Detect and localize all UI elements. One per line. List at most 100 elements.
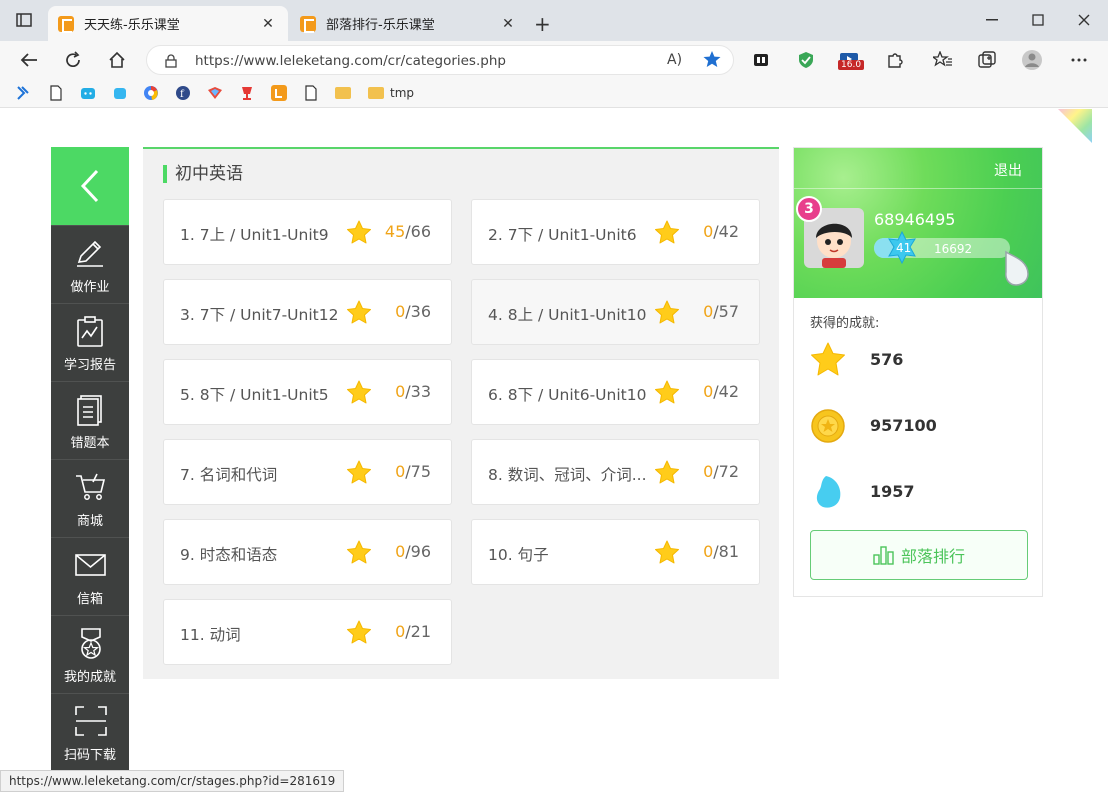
- water-drop-icon: [1005, 250, 1029, 286]
- close-window-button[interactable]: [1068, 6, 1100, 34]
- unit-name: 3. 7下 / Unit7-Unit12: [180, 306, 339, 324]
- nav-item-scan-download[interactable]: 扫码下载: [51, 693, 129, 771]
- star-icon: [655, 300, 679, 324]
- url-text: https://www.leleketang.com/cr/categories…: [195, 53, 506, 69]
- profile-avatar-icon[interactable]: [1021, 49, 1043, 71]
- collections-icon[interactable]: [976, 49, 998, 71]
- corner-decoration: [1058, 109, 1092, 143]
- achievement-drops: 1957: [810, 472, 1030, 512]
- bookmark-cup-icon[interactable]: [239, 85, 255, 101]
- unit-card[interactable]: 2. 7下 / Unit1-Unit6 0/42: [471, 199, 760, 265]
- tribe-ranking-button[interactable]: 部落排行: [810, 530, 1028, 580]
- new-tab-button[interactable]: +: [534, 12, 551, 36]
- star-icon: [655, 380, 679, 404]
- bookmark-math-icon[interactable]: f: [175, 85, 191, 101]
- bookmark-mascot-icon[interactable]: [207, 85, 223, 101]
- lock-icon: [165, 53, 177, 72]
- stars-count: 576: [870, 350, 904, 369]
- profile-header: 退出 3 68946495 41 16692: [794, 148, 1042, 298]
- unit-score: 0/57: [703, 302, 739, 321]
- medal-icon: [81, 628, 101, 659]
- unit-card[interactable]: 3. 7下 / Unit7-Unit12 0/36: [163, 279, 452, 345]
- star-icon: [347, 460, 371, 484]
- favorites-list-icon[interactable]: [932, 49, 954, 71]
- unit-name: 5. 8下 / Unit1-Unit5: [180, 386, 329, 404]
- tab-current[interactable]: 天天练-乐乐课堂 ✕: [48, 6, 288, 41]
- unit-score: 0/33: [395, 382, 431, 401]
- page-content: 做作业 学习报告 错题本 商城 信箱 我的成就 扫码下载 初中英语 1. 7上 …: [0, 109, 1108, 792]
- bookmark-app-icon[interactable]: [14, 85, 30, 101]
- minimize-button[interactable]: [976, 6, 1008, 34]
- bookmark-chrome-icon[interactable]: [143, 85, 159, 101]
- nav-item-study-report[interactable]: 学习报告: [51, 303, 129, 381]
- browser-toolbar: https://www.leleketang.com/cr/categories…: [0, 41, 1108, 79]
- tab-actions-button[interactable]: [8, 6, 40, 34]
- unit-score: 0/81: [703, 542, 739, 561]
- refresh-icon[interactable]: [62, 49, 84, 71]
- extensions-puzzle-icon[interactable]: [884, 49, 906, 71]
- logout-link[interactable]: 退出: [994, 160, 1022, 180]
- read-aloud-icon[interactable]: A): [667, 52, 682, 68]
- address-bar[interactable]: https://www.leleketang.com/cr/categories…: [146, 45, 734, 75]
- unit-card[interactable]: 1. 7上 / Unit1-Unit9 45/66: [163, 199, 452, 265]
- nav-item-label: 扫码下载: [63, 748, 116, 763]
- level-badge: 3: [796, 196, 822, 222]
- unit-card-hovered[interactable]: 4. 8上 / Unit1-Unit10 0/57: [471, 279, 760, 345]
- bookmark-page-icon[interactable]: [48, 85, 64, 101]
- xp-level: 41: [896, 241, 912, 255]
- favorite-star-icon[interactable]: [703, 50, 721, 72]
- achievements-title: 获得的成就:: [810, 316, 880, 331]
- nav-item-store[interactable]: 商城: [51, 459, 129, 537]
- bar-chart-icon: [873, 546, 894, 565]
- star-icon: [655, 540, 679, 564]
- bookmark-folder-tmp-icon[interactable]: [368, 87, 384, 99]
- site-favicon-icon: [58, 15, 74, 33]
- maximize-button[interactable]: [1022, 6, 1054, 34]
- nav-item-label: 错题本: [70, 436, 110, 451]
- collections-ext-icon[interactable]: [750, 49, 772, 71]
- shield-ext-icon[interactable]: [795, 49, 817, 71]
- unit-score: 0/42: [703, 222, 739, 241]
- star-icon: [347, 220, 371, 244]
- scan-icon: [75, 706, 107, 736]
- bookmark-leleketang-icon[interactable]: [271, 85, 287, 101]
- nav-item-label: 做作业: [70, 280, 110, 295]
- unit-card[interactable]: 8. 数词、冠词、介词... 0/72: [471, 439, 760, 505]
- back-button[interactable]: [51, 147, 129, 225]
- nav-item-mailbox[interactable]: 信箱: [51, 537, 129, 615]
- home-icon[interactable]: [106, 49, 128, 71]
- star-icon: [347, 300, 371, 324]
- nav-item-homework[interactable]: 做作业: [51, 225, 129, 303]
- tab-close-icon[interactable]: ✕: [258, 16, 278, 32]
- unit-score: 0/75: [395, 462, 431, 481]
- unit-card[interactable]: 6. 8下 / Unit6-Unit10 0/42: [471, 359, 760, 425]
- section-title: 初中英语: [163, 165, 243, 183]
- unit-card[interactable]: 10. 句子 0/81: [471, 519, 760, 585]
- bookmark-bilibili-icon[interactable]: [80, 85, 96, 101]
- report-icon: [77, 316, 103, 347]
- back-icon[interactable]: [18, 49, 40, 71]
- more-menu-icon[interactable]: [1068, 49, 1090, 71]
- unit-card[interactable]: 9. 时态和语态 0/96: [163, 519, 452, 585]
- unit-name: 8. 数词、冠词、介词...: [488, 466, 647, 484]
- bookmark-app2-icon[interactable]: [112, 85, 128, 101]
- nav-item-label: 学习报告: [63, 358, 116, 373]
- notebook-icon: [77, 395, 102, 426]
- bookmark-folder-icon[interactable]: [335, 87, 351, 99]
- browser-tabstrip: 天天练-乐乐课堂 ✕ 部落排行-乐乐课堂 ✕ +: [0, 0, 1108, 41]
- tab-ranking[interactable]: 部落排行-乐乐课堂 ✕: [290, 6, 528, 41]
- bookmark-folder-label[interactable]: tmp: [390, 86, 414, 100]
- unit-name: 11. 动词: [180, 626, 241, 644]
- tab-close-icon[interactable]: ✕: [498, 16, 518, 32]
- water-drop-icon: [816, 476, 841, 508]
- unit-card[interactable]: 5. 8下 / Unit1-Unit5 0/33: [163, 359, 452, 425]
- nav-item-label: 商城: [76, 514, 103, 529]
- bookmark-page2-icon[interactable]: [303, 85, 319, 101]
- chevron-left-icon: [80, 169, 99, 203]
- unit-name: 6. 8下 / Unit6-Unit10: [488, 386, 647, 404]
- unit-card[interactable]: 11. 动词 0/21: [163, 599, 452, 665]
- profile-panel: 退出 3 68946495 41 16692 获得的成就: 576 957100…: [793, 147, 1043, 597]
- nav-item-achievements[interactable]: 我的成就: [51, 615, 129, 693]
- nav-item-mistake-book[interactable]: 错题本: [51, 381, 129, 459]
- unit-card[interactable]: 7. 名词和代词 0/75: [163, 439, 452, 505]
